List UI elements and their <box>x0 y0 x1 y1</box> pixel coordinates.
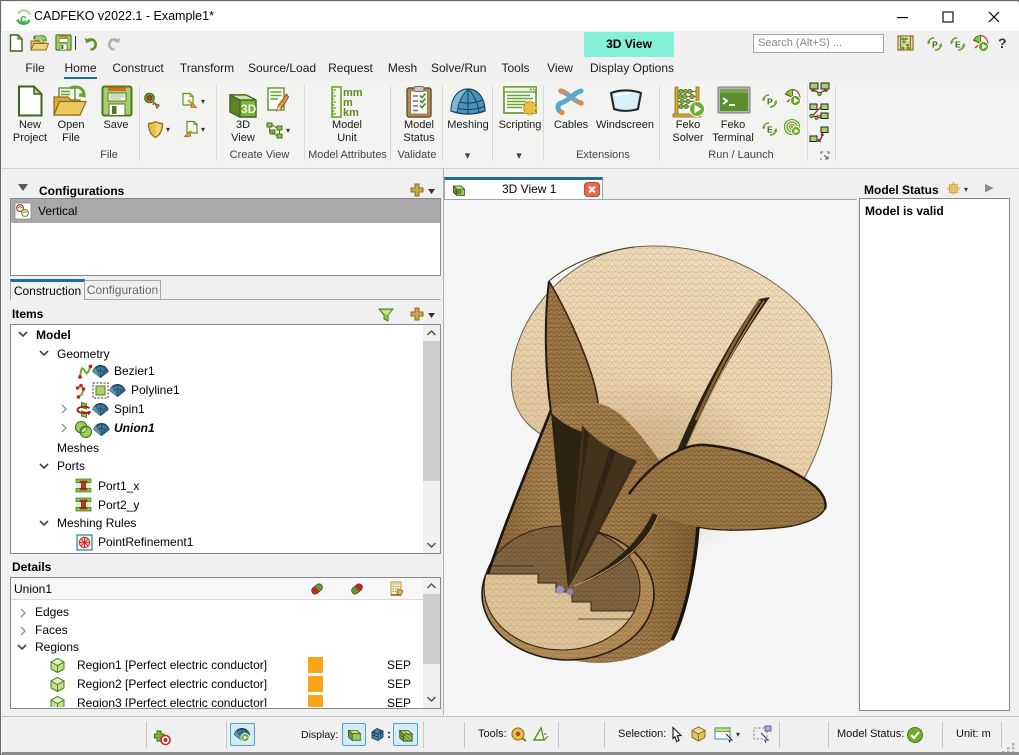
svg-text:3D: 3D <box>454 190 461 196</box>
svg-text:P: P <box>767 97 773 107</box>
svg-text:P: P <box>932 40 938 50</box>
svg-text:E: E <box>767 125 773 135</box>
svg-text:km: km <box>343 107 359 119</box>
svg-text:E: E <box>955 40 961 50</box>
svg-text:3D: 3D <box>241 102 257 116</box>
svg-text:c: c <box>20 12 27 26</box>
